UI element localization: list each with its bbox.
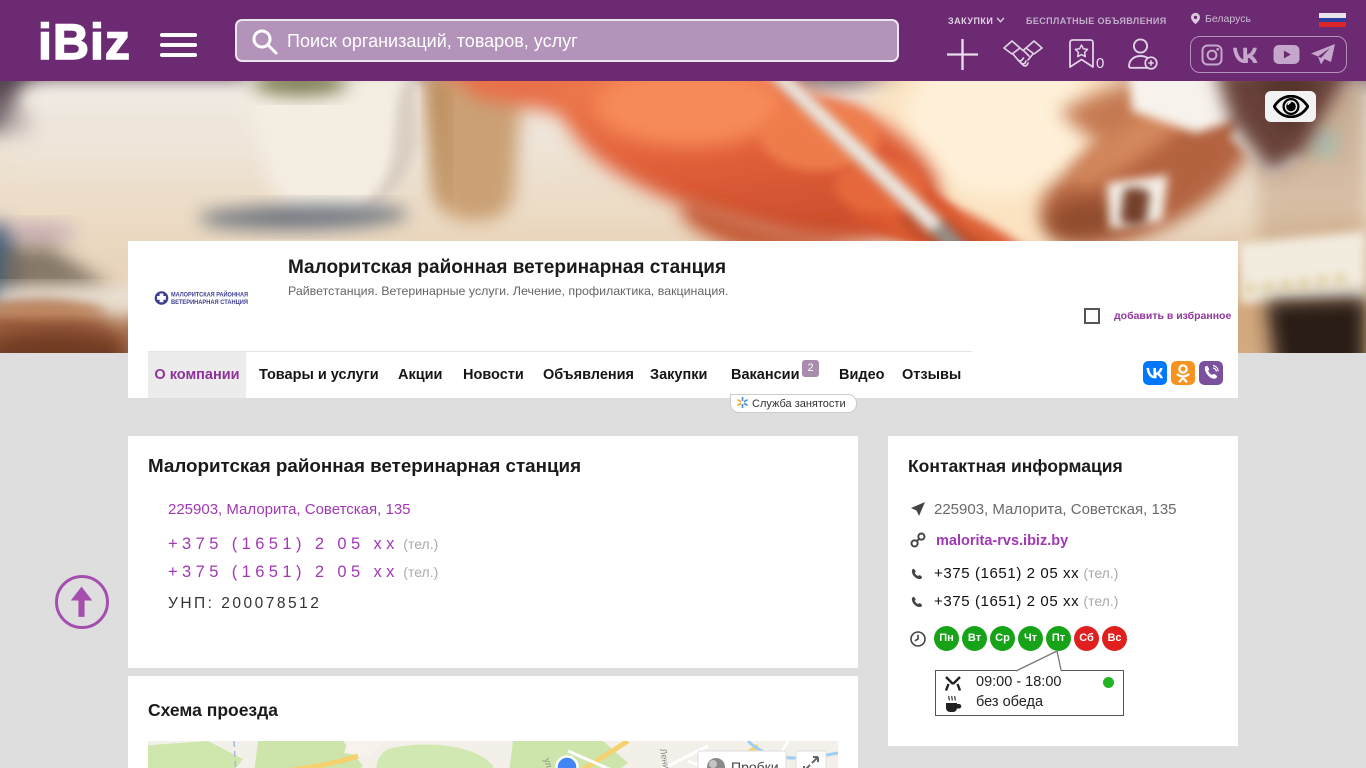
svg-text:Пробки: Пробки — [731, 759, 779, 768]
svg-text:ВЕТЕРИНАРНАЯ СТАНЦИЯ: ВЕТЕРИНАРНАЯ СТАНЦИЯ — [171, 299, 248, 306]
svg-text:МАЛОРИТСКАЯ РАЙОННАЯ: МАЛОРИТСКАЯ РАЙОННАЯ — [171, 291, 248, 299]
svg-text:ул.: ул. — [542, 757, 555, 768]
